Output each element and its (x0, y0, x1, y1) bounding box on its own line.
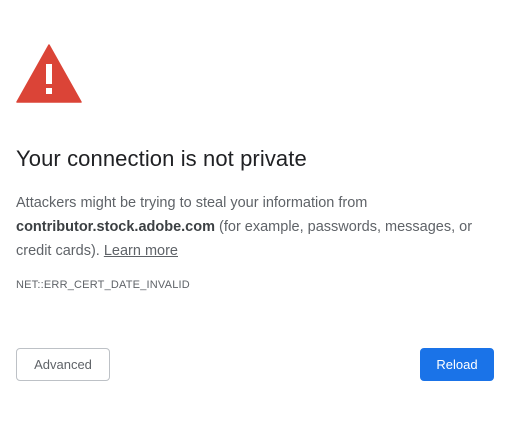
warning-triangle-icon (16, 44, 82, 103)
reload-button[interactable]: Reload (420, 348, 494, 381)
explanation-text: Attackers might be trying to steal your … (16, 191, 496, 263)
advanced-button[interactable]: Advanced (16, 348, 110, 381)
explanation-text-before: Attackers might be trying to steal your … (16, 195, 368, 211)
page-title: Your connection is not private (16, 146, 307, 171)
learn-more-link[interactable]: Learn more (104, 243, 178, 259)
error-code: NET::ERR_CERT_DATE_INVALID (16, 279, 190, 291)
host-name: contributor.stock.adobe.com (16, 219, 215, 235)
